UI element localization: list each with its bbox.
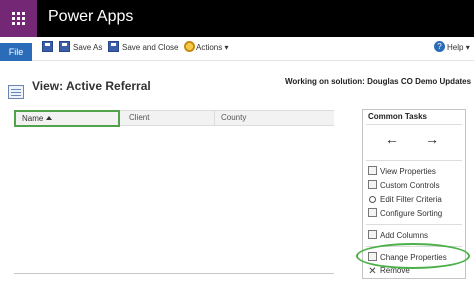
save-icon[interactable] bbox=[42, 41, 53, 52]
sort-ascending-icon bbox=[46, 116, 53, 120]
column-header-county[interactable]: County bbox=[215, 111, 334, 125]
remove-icon: ✕ bbox=[368, 266, 377, 277]
view-icon bbox=[8, 85, 24, 99]
help-menu-button[interactable]: Help ▾ bbox=[447, 41, 470, 55]
sort-icon bbox=[368, 208, 377, 217]
app-launcher-button[interactable] bbox=[0, 0, 37, 37]
save-close-icon[interactable] bbox=[108, 41, 119, 52]
move-left-arrow-icon[interactable]: ← bbox=[385, 131, 399, 147]
column-header-name[interactable]: Name bbox=[14, 110, 120, 127]
help-icon[interactable]: ? bbox=[434, 41, 445, 52]
command-bar: File Save As Save and Close Actions ▾ ? … bbox=[0, 37, 474, 61]
chevron-down-icon: ▾ bbox=[465, 43, 470, 52]
divider bbox=[366, 160, 462, 161]
save-as-button[interactable]: Save As bbox=[73, 41, 102, 55]
common-tasks-title: Common Tasks bbox=[368, 112, 427, 121]
actions-menu-button[interactable]: Actions ▾ bbox=[196, 41, 228, 55]
save-as-icon[interactable] bbox=[59, 41, 70, 52]
search-icon bbox=[369, 196, 376, 203]
properties-icon bbox=[368, 166, 377, 175]
solution-label: Working on solution: Douglas CO Demo Upd… bbox=[285, 77, 472, 86]
view-properties-task[interactable]: View Properties bbox=[368, 166, 436, 178]
add-columns-task[interactable]: Add Columns bbox=[368, 230, 428, 242]
highlight-annotation bbox=[356, 243, 470, 269]
custom-controls-task[interactable]: Custom Controls bbox=[368, 180, 440, 192]
grid-header: Name Client County bbox=[14, 110, 334, 127]
column-label: Name bbox=[22, 114, 44, 123]
edit-filter-criteria-task[interactable]: Edit Filter Criteria bbox=[368, 194, 442, 206]
file-button[interactable]: File bbox=[0, 43, 32, 61]
add-columns-icon bbox=[368, 230, 377, 239]
save-and-close-button[interactable]: Save and Close bbox=[122, 41, 178, 55]
page-title: View: Active Referral bbox=[32, 79, 151, 93]
controls-icon bbox=[368, 180, 377, 189]
app-title: Power Apps bbox=[48, 8, 134, 25]
waffle-icon bbox=[12, 12, 15, 15]
configure-sorting-task[interactable]: Configure Sorting bbox=[368, 208, 442, 220]
chevron-down-icon: ▾ bbox=[224, 43, 229, 52]
column-header-client[interactable]: Client bbox=[123, 111, 215, 125]
divider bbox=[366, 224, 462, 225]
actions-label: Actions bbox=[196, 43, 223, 52]
divider bbox=[366, 124, 462, 125]
move-right-arrow-icon[interactable]: → bbox=[425, 131, 439, 147]
app-header: Power Apps bbox=[0, 0, 474, 37]
actions-icon[interactable] bbox=[184, 41, 195, 52]
help-label: Help bbox=[447, 43, 464, 52]
grid-bottom-divider bbox=[14, 273, 334, 274]
